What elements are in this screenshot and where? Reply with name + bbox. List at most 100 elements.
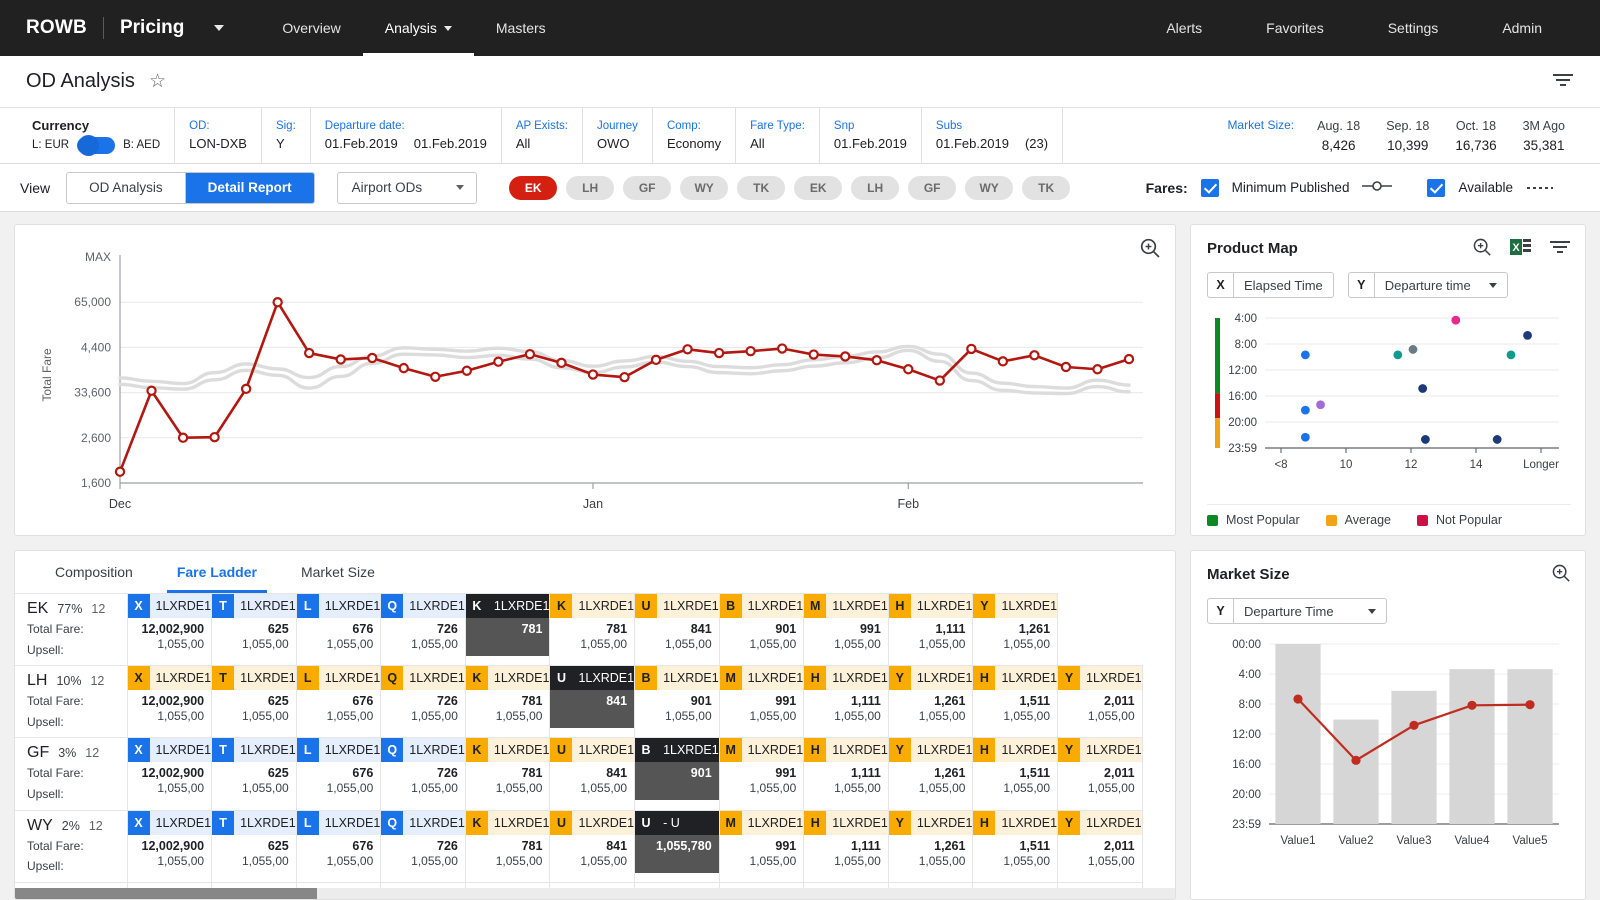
ladder-fare-cell[interactable]: M 1LXRDE1 991 1,055,00 [803, 593, 889, 667]
magnify-plus-icon[interactable] [1472, 237, 1492, 260]
market-size-y-selector[interactable]: Y Departure Time [1207, 598, 1387, 624]
ladder-fare-cell[interactable]: U 1LXRDE1 841 1,055,00 [549, 809, 636, 883]
slider-handle-icon[interactable] [1362, 180, 1393, 195]
currency-toggle[interactable] [77, 134, 116, 156]
ladder-row-header[interactable]: LH 10% 12 Total Fare: Upsell: [15, 665, 128, 739]
nav-item-masters[interactable]: Masters [474, 0, 568, 56]
nav-item-alerts[interactable]: Alerts [1134, 0, 1234, 56]
ladder-fare-cell[interactable]: T 1LXRDE1 625 1,055,00 [211, 665, 297, 739]
ladder-fare-cell[interactable]: U- U 1,055,780 [634, 809, 720, 883]
magnify-plus-icon[interactable] [1551, 563, 1571, 586]
airport-ods-dropdown[interactable]: Airport ODs [336, 171, 478, 204]
ladder-fare-cell[interactable]: L 1LXRDE1 676 1,055,00 [295, 593, 382, 667]
ladder-fare-cell[interactable]: X 1LXRDE1 12,002,900 1,055,00 [126, 665, 213, 739]
ladder-fare-cell[interactable]: B 1LXRDE1 901 1,055,00 [634, 665, 720, 739]
module-chevron-down-icon[interactable] [214, 25, 225, 31]
view-detail-report-button[interactable]: Detail Report [185, 172, 314, 203]
ladder-fare-cell[interactable]: L 1LXRDE1 676 1,055,00 [295, 809, 382, 883]
tab-fare-ladder[interactable]: Fare Ladder [155, 551, 279, 593]
airline-chip-lh-2[interactable]: LH [851, 175, 900, 200]
ladder-fare-cell[interactable]: Y 1LXRDE1 1,261 1,055,00 [887, 665, 974, 739]
ladder-fare-cell[interactable]: H 1LXRDE1 1,511 1,055,00 [972, 737, 1059, 811]
ladder-fare-cell[interactable]: L 1LXRDE1 676 1,055,00 [295, 737, 382, 811]
airline-chip-wy-2[interactable]: WY [965, 175, 1014, 200]
airline-chip-ek-selected[interactable]: EK [509, 175, 558, 200]
ladder-fare-cell[interactable]: T 1LXRDE1 625 1,055,00 [211, 809, 297, 883]
ladder-fare-cell[interactable]: H 1LXRDE1 1,511 1,055,00 [972, 809, 1059, 883]
airline-chip-gf[interactable]: GF [623, 175, 672, 200]
ladder-fare-cell[interactable]: Q 1LXRDE1 726 1,055,00 [380, 665, 466, 739]
checkbox-available[interactable] [1427, 178, 1446, 197]
filter-subs[interactable]: Subs 01.Feb.2019 (23) [922, 108, 1064, 163]
nav-item-analysis[interactable]: Analysis [362, 0, 475, 56]
ladder-fare-cell[interactable]: H 1LXRDE1 1,111 1,055,00 [887, 593, 974, 667]
ladder-fare-cell[interactable]: Y 1LXRDE1 2,011 1,055,00 [1057, 737, 1143, 811]
ladder-fare-cell[interactable]: U 1LXRDE1 841 [549, 665, 636, 739]
ladder-fare-cell[interactable]: Q 1LXRDE1 726 1,055,00 [380, 809, 466, 883]
ladder-fare-cell[interactable]: Y 1LXRDE1 2,011 1,055,00 [1057, 809, 1143, 883]
nav-item-settings[interactable]: Settings [1356, 0, 1471, 56]
ladder-fare-cell[interactable]: M 1LXRDE1 991 1,055,00 [718, 809, 805, 883]
excel-export-icon[interactable]: X [1510, 237, 1531, 260]
checkbox-minimum-published[interactable] [1200, 178, 1219, 197]
airline-chip-lh[interactable]: LH [566, 175, 615, 200]
nav-item-favorites[interactable]: Favorites [1234, 0, 1356, 56]
airline-chip-ek-2[interactable]: EK [794, 175, 843, 200]
ladder-fare-cell[interactable]: U 1LXRDE1 841 1,055,00 [549, 737, 636, 811]
filter-departure-date[interactable]: Departure date: 01.Feb.2019 01.Feb.2019 [311, 108, 502, 163]
ladder-fare-cell[interactable]: X 1LXRDE1 12,002,900 1,055,00 [126, 809, 213, 883]
airline-chip-gf-2[interactable]: GF [908, 175, 957, 200]
nav-item-overview[interactable]: Overview [260, 0, 362, 56]
filter-fare-type[interactable]: Fare Type: All [736, 108, 820, 163]
table-row[interactable]: EK 77% 12 Total Fare: Upsell: X 1LXRDE1 12,002,… [15, 593, 1142, 667]
tab-market-size[interactable]: Market Size [279, 551, 397, 593]
ladder-fare-cell[interactable]: H 1LXRDE1 1,111 1,055,00 [803, 665, 889, 739]
filter-list-icon[interactable] [1552, 72, 1574, 91]
ladder-row-header[interactable]: GF 3% 12 Total Fare: Upsell: [15, 737, 128, 811]
ladder-fare-cell[interactable]: H 1LXRDE1 1,511 1,055,00 [972, 665, 1059, 739]
table-row[interactable]: LH 10% 12 Total Fare: Upsell: X 1LXRDE1 12,002,… [15, 665, 1143, 739]
ladder-fare-cell[interactable]: K 1LXRDE1 781 1,055,00 [464, 665, 551, 739]
horizontal-scrollbar-thumb[interactable] [15, 888, 317, 899]
filter-journey[interactable]: Journey OWO [583, 108, 653, 163]
ladder-fare-cell[interactable]: Y 1LXRDE1 1,261 1,055,00 [972, 593, 1059, 667]
ladder-fare-cell[interactable]: K 1LXRDE1 781 1,055,00 [464, 809, 551, 883]
ladder-fare-cell[interactable]: H 1LXRDE1 1,111 1,055,00 [803, 809, 889, 883]
ladder-fare-cell[interactable]: K 1LXRDE1 781 [464, 593, 551, 667]
tab-composition[interactable]: Composition [33, 551, 155, 593]
ladder-fare-cell[interactable]: B 1LXRDE1 901 1,055,00 [718, 593, 805, 667]
filter-ap-exists[interactable]: AP Exists: All [502, 108, 584, 163]
airline-chip-tk[interactable]: TK [737, 175, 786, 200]
ladder-fare-cell[interactable]: Q 1LXRDE1 726 1,055,00 [380, 593, 466, 667]
filter-comp[interactable]: Comp: Economy [653, 108, 737, 163]
airline-chip-wy[interactable]: WY [680, 175, 729, 200]
horizontal-scrollbar[interactable] [15, 888, 1175, 899]
filter-snp[interactable]: Snp 01.Feb.2019 [820, 108, 922, 163]
ladder-fare-cell[interactable]: U 1LXRDE1 841 1,055,00 [634, 593, 720, 667]
ladder-fare-cell[interactable]: Q 1LXRDE1 726 1,055,00 [380, 737, 466, 811]
product-map-x-selector[interactable]: X Elapsed Time [1207, 272, 1334, 298]
star-outline-icon[interactable]: ☆ [149, 72, 166, 91]
magnify-plus-icon[interactable] [1139, 237, 1161, 262]
filter-list-icon[interactable] [1549, 239, 1571, 258]
airline-chip-tk-2[interactable]: TK [1022, 175, 1071, 200]
ladder-fare-cell[interactable]: X 1LXRDE1 12,002,900 1,055,00 [126, 593, 213, 667]
ladder-fare-cell[interactable]: M 1LXRDE1 991 1,055,00 [718, 737, 805, 811]
ladder-row-header[interactable]: WY 2% 12 Total Fare: Upsell: [15, 809, 128, 883]
ladder-fare-cell[interactable]: B 1LXRDE1 901 [634, 737, 720, 811]
ladder-fare-cell[interactable]: T 1LXRDE1 625 1,055,00 [211, 593, 297, 667]
product-map-y-selector[interactable]: Y Departure time [1347, 272, 1508, 298]
ladder-fare-cell[interactable]: M 1LXRDE1 991 1,055,00 [718, 665, 805, 739]
table-row[interactable]: WY 2% 12 Total Fare: Upsell: X 1LXRDE1 12,002,9… [15, 809, 1143, 883]
filter-sig[interactable]: Sig: Y [262, 108, 311, 163]
ladder-fare-cell[interactable]: Y 1LXRDE1 1,261 1,055,00 [887, 737, 974, 811]
ladder-fare-cell[interactable]: X 1LXRDE1 12,002,900 1,055,00 [126, 737, 213, 811]
ladder-fare-cell[interactable]: L 1LXRDE1 676 1,055,00 [295, 665, 382, 739]
ladder-scroll-region[interactable]: EK 77% 12 Total Fare: Upsell: X 1LXRDE1 12,002,… [15, 593, 1175, 899]
ladder-fare-cell[interactable]: Y 1LXRDE1 2,011 1,055,00 [1057, 665, 1143, 739]
ladder-fare-cell[interactable]: K 1LXRDE1 781 1,055,00 [464, 737, 551, 811]
filter-currency[interactable]: Currency L: EUR B: AED [18, 108, 176, 163]
ladder-fare-cell[interactable]: K 1LXRDE1 781 1,055,00 [549, 593, 636, 667]
ladder-fare-cell[interactable]: T 1LXRDE1 625 1,055,00 [211, 737, 297, 811]
ladder-fare-cell[interactable]: Y 1LXRDE1 1,261 1,055,00 [887, 809, 974, 883]
